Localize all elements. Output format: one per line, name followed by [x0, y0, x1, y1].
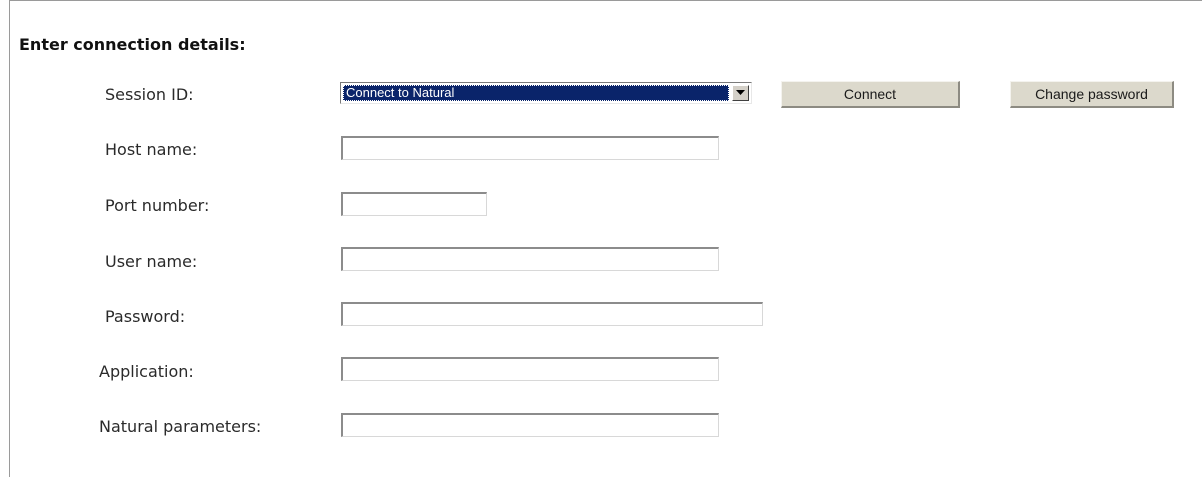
user-name-label: User name:	[105, 252, 198, 271]
application-input[interactable]	[341, 357, 719, 381]
user-name-input[interactable]	[341, 247, 719, 271]
password-label: Password:	[105, 307, 186, 326]
panel-border-left	[9, 0, 10, 477]
password-input[interactable]	[341, 302, 763, 326]
chevron-down-icon[interactable]	[732, 85, 749, 101]
port-number-input[interactable]	[341, 192, 487, 216]
connect-button[interactable]: Connect	[781, 81, 960, 108]
host-name-input[interactable]	[341, 136, 719, 160]
natural-parameters-input[interactable]	[341, 413, 719, 437]
port-number-label: Port number:	[105, 196, 210, 215]
host-name-label: Host name:	[105, 140, 198, 159]
application-label: Application:	[99, 362, 194, 381]
change-password-button[interactable]: Change password	[1010, 81, 1174, 108]
session-id-select[interactable]: Connect to Natural	[340, 82, 752, 104]
natural-parameters-label: Natural parameters:	[99, 417, 262, 436]
session-id-selected-value: Connect to Natural	[343, 85, 729, 101]
session-id-label: Session ID:	[105, 85, 194, 104]
panel-border-top	[9, 0, 1202, 1]
form-heading: Enter connection details:	[19, 35, 246, 54]
